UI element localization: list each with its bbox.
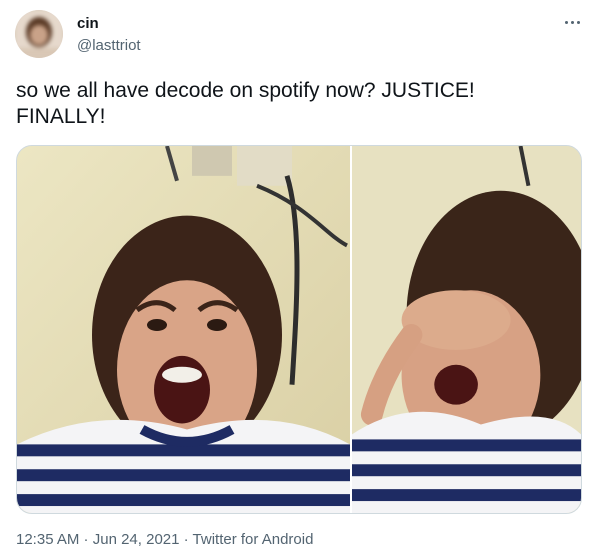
user-info[interactable]: cin @lasttriot xyxy=(77,14,141,55)
more-options-icon[interactable] xyxy=(560,12,584,32)
photo-girl-screaming[interactable] xyxy=(17,146,350,513)
tweet-source[interactable]: Twitter for Android xyxy=(193,531,314,548)
user-handle[interactable]: @lasttriot xyxy=(77,36,141,55)
display-name[interactable]: cin xyxy=(77,14,141,33)
photo-girl-crying[interactable] xyxy=(352,146,581,513)
tweet-meta: 12:35 AM · Jun 24, 2021 · Twitter for An… xyxy=(16,530,313,549)
tweet-time[interactable]: 12:35 AM xyxy=(16,531,79,548)
avatar-image xyxy=(15,10,63,58)
meta-separator: · xyxy=(179,531,193,548)
tweet-card[interactable]: cin @lasttriot so we all have decode on … xyxy=(0,0,597,555)
media-grid[interactable] xyxy=(16,145,582,514)
avatar[interactable] xyxy=(15,10,63,58)
tweet-text: so we all have decode on spotify now? JU… xyxy=(16,79,475,128)
meta-separator: · xyxy=(79,531,93,548)
tweet-date[interactable]: Jun 24, 2021 xyxy=(93,531,180,548)
